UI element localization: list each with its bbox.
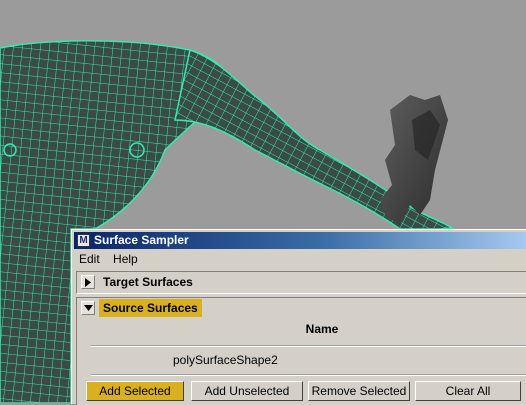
header-divider [91, 345, 526, 347]
source-surfaces-frame: Source Surfaces Name polySurfaceShape2 A… [76, 297, 526, 405]
expand-toggle-target[interactable] [81, 275, 95, 289]
title-bar[interactable]: M Surface Sampler [74, 232, 526, 249]
remove-selected-button[interactable]: Remove Selected [308, 381, 410, 401]
menu-help[interactable]: Help [108, 250, 143, 268]
list-item[interactable]: polySurfaceShape2 [173, 353, 278, 367]
menu-bar: Edit Help [74, 250, 526, 268]
list-divider [91, 374, 526, 376]
column-header-name[interactable]: Name [77, 322, 526, 336]
menu-edit[interactable]: Edit [74, 250, 105, 268]
triangle-right-icon [85, 278, 91, 287]
target-surfaces-frame: Target Surfaces [76, 271, 526, 294]
surface-sampler-window[interactable]: M Surface Sampler Edit Help Target Surfa… [71, 229, 526, 405]
collapse-toggle-source[interactable] [81, 301, 95, 315]
add-selected-button[interactable]: Add Selected [86, 381, 184, 401]
clear-all-button[interactable]: Clear All [415, 381, 521, 401]
source-surfaces-label[interactable]: Source Surfaces [99, 299, 202, 317]
window-title: Surface Sampler [94, 233, 189, 247]
target-surfaces-label[interactable]: Target Surfaces [99, 273, 197, 291]
sampled-surface [380, 95, 448, 225]
add-unselected-button[interactable]: Add Unselected [191, 381, 303, 401]
maya-m-icon: M [77, 234, 90, 247]
triangle-down-icon [84, 305, 93, 311]
